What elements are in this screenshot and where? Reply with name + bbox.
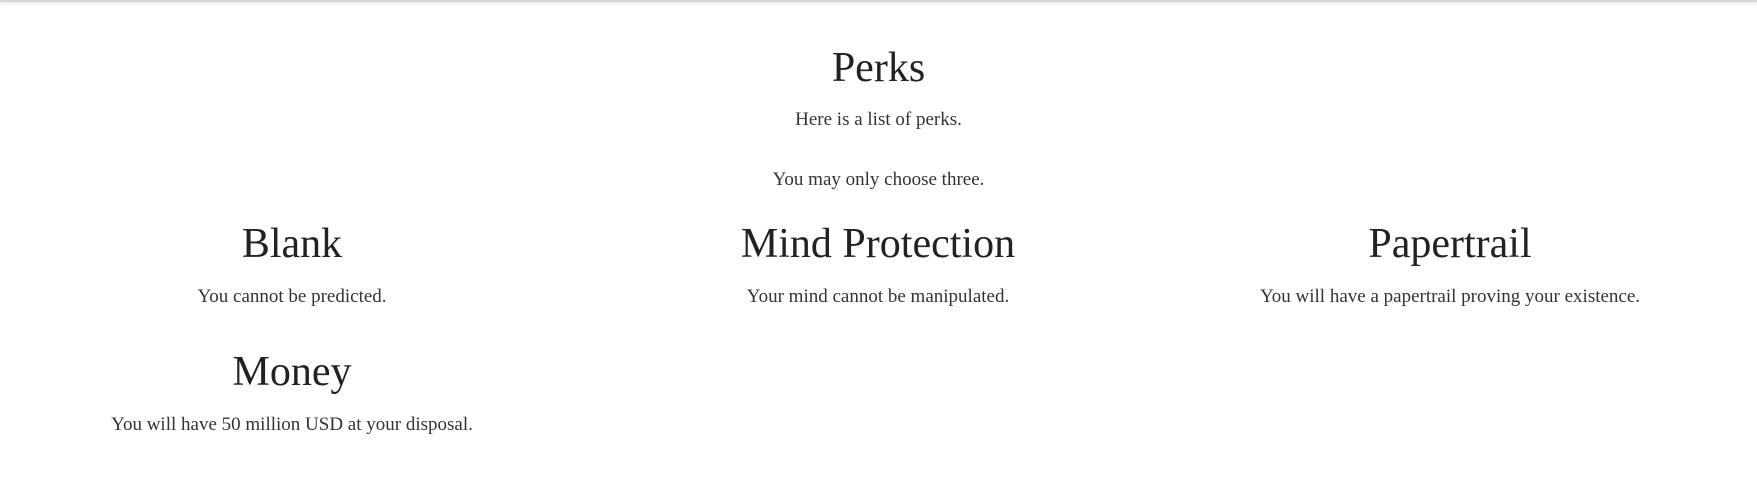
perk-title: Mind Protection <box>740 221 1016 267</box>
perks-page: Perks Here is a list of perks. You may o… <box>0 0 1757 484</box>
perk-card-mind-protection: Mind Protection Your mind cannot be mani… <box>618 220 1138 309</box>
perk-description: Your mind cannot be manipulated. <box>746 286 1010 307</box>
perk-card-money: Money You will have 50 million USD at yo… <box>32 348 552 437</box>
perk-description: You will have a papertrail proving your … <box>1259 286 1641 307</box>
intro-instruction: You may only choose three. <box>772 169 985 190</box>
page-title: Perks <box>831 45 926 91</box>
perk-title: Blank <box>241 221 343 267</box>
intro-text: Here is a list of perks. <box>795 109 962 130</box>
perk-description: You cannot be predicted. <box>197 286 387 307</box>
perk-card-blank: Blank You cannot be predicted. <box>32 220 552 309</box>
perk-card-papertrail: Papertrail You will have a papertrail pr… <box>1190 220 1710 309</box>
top-divider <box>0 0 1757 2</box>
perk-description: You will have 50 million USD at your dis… <box>111 414 473 435</box>
perk-title: Money <box>232 349 352 395</box>
perk-title: Papertrail <box>1368 221 1532 267</box>
